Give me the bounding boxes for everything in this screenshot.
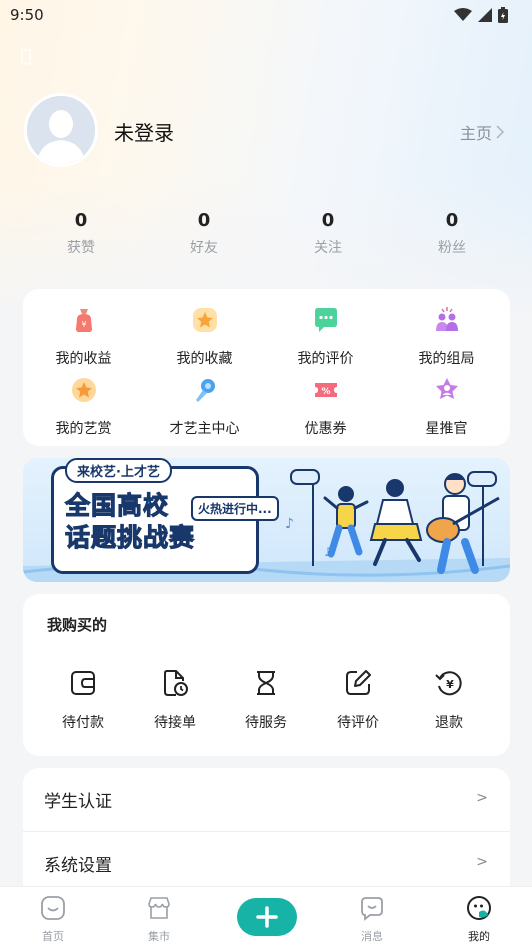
feature-my-favorites[interactable]: 我的收藏 (144, 305, 265, 368)
feature-label: 我的评价 (297, 351, 354, 367)
stat-value: 0 (445, 210, 459, 231)
plus-icon (256, 906, 278, 928)
feature-my-groups[interactable]: 我的组局 (386, 305, 507, 368)
hourglass-icon (257, 671, 275, 695)
settings-list: 学生认证 > 系统设置 > (23, 768, 510, 898)
home-link-label: 主页 (459, 124, 492, 143)
promo-banner[interactable]: ♪ ♫ 来校艺·上才艺 全国高校 话题挑战赛 火热进行中... (23, 458, 510, 582)
orders-title: 我购买的 (47, 616, 108, 634)
order-label: 待服务 (245, 715, 287, 731)
user-name[interactable]: 未登录 (114, 117, 174, 146)
banner-title-line2: 话题挑战赛 (64, 523, 196, 553)
tab-messages[interactable]: 消息 (337, 895, 407, 944)
my-purchases-card: 我购买的 待付款 待接单 待服务 待评价 ¥ 退款 (23, 594, 510, 756)
feature-coupons[interactable]: % 优惠券 (265, 375, 386, 438)
order-label: 待评价 (337, 715, 379, 731)
money-bag-icon: ¥ (75, 309, 92, 332)
feature-label: 我的组局 (418, 351, 475, 367)
tab-label: 消息 (361, 930, 383, 943)
stat-fans[interactable]: 0 粉丝 (412, 210, 492, 257)
group-icon (435, 307, 458, 331)
svg-text:♪: ♪ (285, 516, 294, 532)
default-avatar-icon (27, 96, 95, 164)
stat-label: 关注 (314, 240, 342, 256)
tab-market[interactable]: 集市 (124, 895, 194, 944)
feature-label: 我的收益 (55, 351, 112, 367)
banner-title-line1: 全国高校 (64, 491, 170, 521)
chevron-right-icon: > (476, 854, 488, 870)
wallet-icon (71, 671, 95, 695)
order-pending-review[interactable]: 待评价 (318, 668, 398, 732)
profile-icon (467, 896, 491, 920)
star-badge-icon (71, 378, 96, 402)
svg-text:¥: ¥ (81, 320, 86, 329)
order-pending-payment[interactable]: 待付款 (43, 668, 123, 732)
market-icon (148, 897, 170, 919)
stat-value: 0 (321, 210, 335, 231)
stats-row: 0 获赞 0 好友 0 关注 0 粉丝 (0, 210, 532, 260)
tab-label: 集市 (148, 930, 170, 943)
tab-label: 我的 (468, 930, 490, 943)
order-pending-service[interactable]: 待服务 (226, 668, 306, 732)
signal-icon (478, 8, 492, 22)
svg-text:♫: ♫ (323, 545, 334, 559)
svg-text:¥: ¥ (446, 678, 454, 691)
battery-icon (498, 7, 508, 23)
refund-icon: ¥ (435, 671, 462, 696)
stat-label: 粉丝 (438, 240, 466, 256)
star-person-icon (435, 378, 458, 399)
feature-grid-card: ¥ 我的收益 我的收藏 我的评价 我的组局 我的艺赏 才艺主中心 % 优惠券 星… (23, 289, 510, 446)
status-icons (454, 7, 508, 23)
scan-mark-icon[interactable] (21, 48, 31, 66)
tab-profile[interactable]: 我的 (444, 895, 514, 944)
star-icon (192, 308, 217, 332)
svg-text:%: % (321, 387, 330, 397)
avatar[interactable] (24, 93, 98, 167)
feature-label: 我的收藏 (176, 351, 233, 367)
create-button[interactable] (237, 898, 297, 936)
order-pending-accept[interactable]: 待接单 (135, 668, 215, 732)
feature-talent-center[interactable]: 才艺主中心 (144, 375, 265, 438)
banner-tag: 来校艺·上才艺 (65, 458, 172, 483)
message-icon (361, 897, 383, 921)
feature-star-recommender[interactable]: 星推官 (386, 375, 507, 438)
edit-icon (346, 670, 371, 695)
order-label: 待付款 (62, 715, 104, 731)
wifi-icon (454, 8, 472, 21)
order-label: 退款 (435, 715, 463, 731)
feature-my-art-rewards[interactable]: 我的艺赏 (23, 375, 144, 438)
feature-my-reviews[interactable]: 我的评价 (265, 305, 386, 368)
tab-home[interactable]: 首页 (18, 895, 88, 944)
status-time: 9:50 (10, 6, 44, 24)
home-icon (41, 896, 65, 920)
stat-label: 获赞 (67, 240, 95, 256)
home-link[interactable]: 主页 (460, 120, 504, 144)
stat-label: 好友 (190, 240, 218, 256)
stat-value: 0 (197, 210, 211, 231)
order-refund[interactable]: ¥ 退款 (409, 668, 489, 732)
student-verification-row[interactable]: 学生认证 > (23, 768, 510, 832)
row-label: 系统设置 (44, 856, 112, 876)
feature-label: 才艺主中心 (169, 421, 240, 437)
row-label: 学生认证 (44, 792, 112, 812)
stat-friends[interactable]: 0 好友 (164, 210, 244, 257)
stat-value: 0 (74, 210, 88, 231)
chevron-right-icon (496, 125, 504, 139)
banner-badge: 火热进行中... (191, 496, 279, 521)
coupon-icon: % (314, 383, 337, 397)
feature-label: 星推官 (425, 421, 468, 437)
feature-label: 优惠券 (304, 421, 347, 437)
feature-my-earnings[interactable]: ¥ 我的收益 (23, 305, 144, 368)
document-clock-icon (164, 670, 188, 696)
status-bar: 9:50 (0, 0, 532, 30)
stat-following[interactable]: 0 关注 (288, 210, 368, 257)
tab-label: 首页 (42, 930, 64, 943)
chevron-right-icon: > (476, 790, 488, 806)
stat-likes[interactable]: 0 获赞 (41, 210, 121, 257)
microphone-icon (195, 379, 215, 402)
feature-label: 我的艺赏 (55, 421, 112, 437)
order-label: 待接单 (154, 715, 196, 731)
comment-icon (314, 308, 337, 332)
